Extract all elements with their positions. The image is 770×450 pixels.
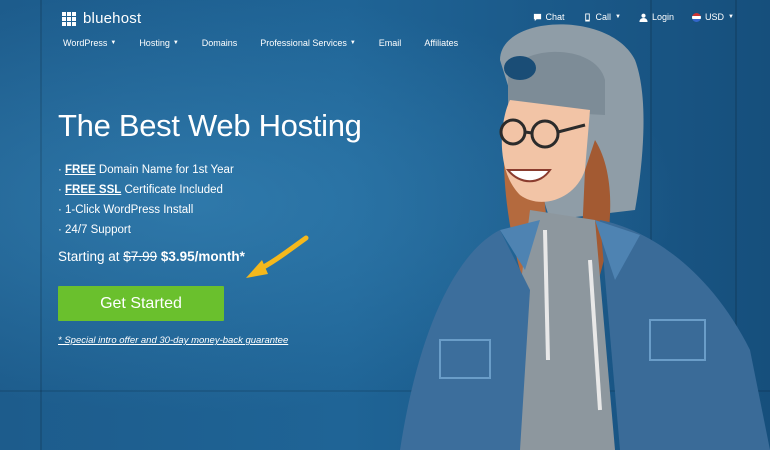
nav-item-hosting[interactable]: Hosting ▼ <box>139 38 178 48</box>
get-started-button[interactable]: Get Started <box>58 286 224 321</box>
price-old: $7.99 <box>123 249 158 264</box>
offer-disclaimer-link[interactable]: * Special intro offer and 30-day money-b… <box>58 335 288 346</box>
price-line: Starting at $7.99 $3.95/month* <box>58 249 245 264</box>
feature-text: 24/7 Support <box>65 224 131 236</box>
price-new: $3.95/month* <box>160 249 245 264</box>
brand-name: bluehost <box>83 10 142 27</box>
feature-highlight: FREE SSL <box>65 184 122 196</box>
feature-text: 1-Click WordPress Install <box>65 204 194 216</box>
grid-logo-icon <box>62 11 76 26</box>
chevron-down-icon: ▼ <box>172 40 179 46</box>
feature-item: · 24/7 Support <box>58 224 131 236</box>
nav-item-wordpress[interactable]: WordPress ▼ <box>63 38 116 48</box>
feature-highlight: FREE <box>65 164 96 176</box>
hero-headline: The Best Web Hosting <box>58 108 362 143</box>
chevron-down-icon: ▼ <box>349 40 356 46</box>
nav-label: Professional Services <box>260 38 347 48</box>
price-prefix: Starting at <box>58 249 124 264</box>
brand-logo[interactable]: bluehost <box>62 10 141 27</box>
feature-text: Certificate Included <box>121 184 223 196</box>
feature-item: · FREE SSL Certificate Included <box>58 184 223 196</box>
nav-item-domains[interactable]: Domains <box>202 38 238 48</box>
nav-item-professional-services[interactable]: Professional Services ▼ <box>260 38 356 48</box>
feature-item: · 1-Click WordPress Install <box>58 204 194 216</box>
feature-text: Domain Name for 1st Year <box>95 164 234 176</box>
woman-in-hoodie-photo <box>400 24 770 450</box>
nav-label: Hosting <box>139 38 170 48</box>
feature-list: · FREE Domain Name for 1st Year · FREE S… <box>58 163 234 243</box>
nav-label: Domains <box>201 38 238 48</box>
chevron-down-icon: ▼ <box>110 40 117 46</box>
arrow-icon <box>246 235 309 278</box>
nav-label: WordPress <box>63 38 108 48</box>
feature-item: · FREE Domain Name for 1st Year <box>58 164 234 176</box>
wall-seam <box>40 0 42 450</box>
